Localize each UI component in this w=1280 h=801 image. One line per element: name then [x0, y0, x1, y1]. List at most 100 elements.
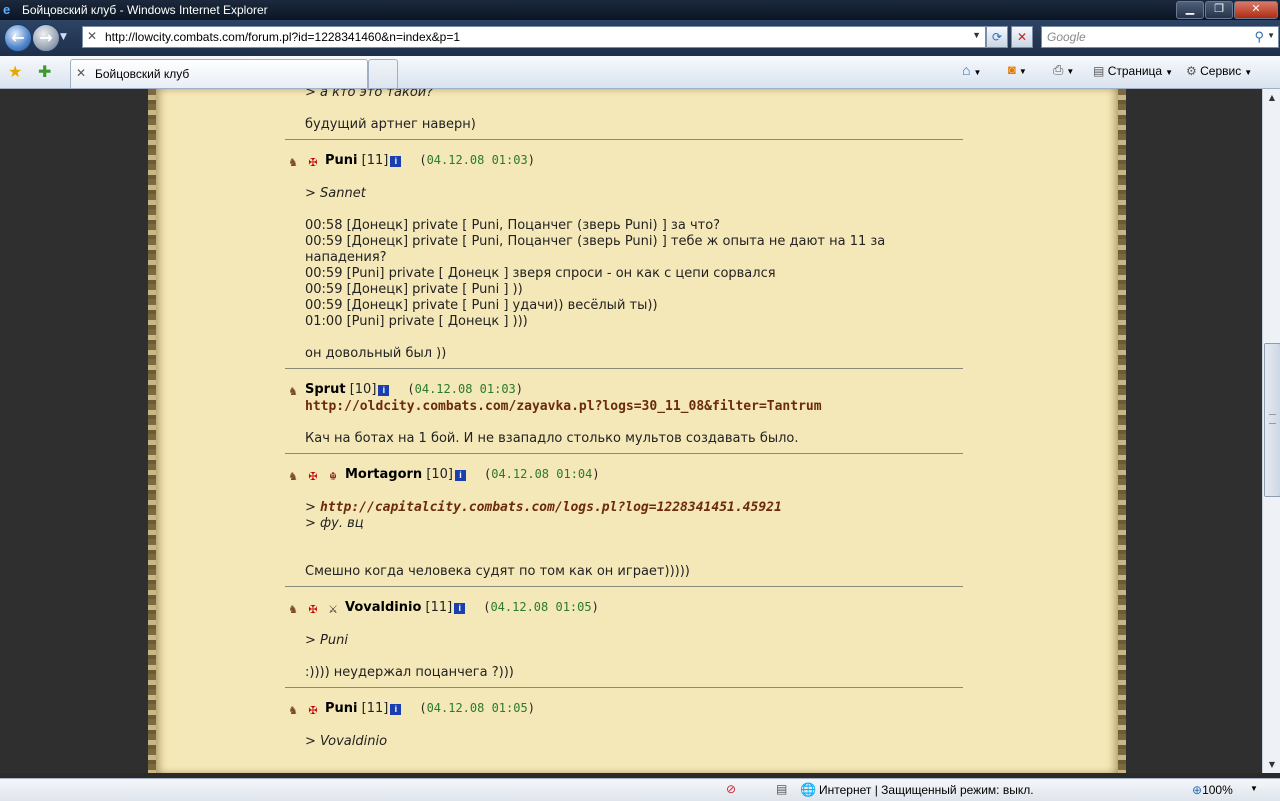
add-favorites-icon[interactable]: ✚	[38, 62, 51, 81]
address-toolbar: ← → ▼ ✕ http://lowcity.combats.com/forum…	[0, 20, 1280, 56]
forward-button[interactable]: →	[32, 24, 60, 52]
forum-post: ♞ ✠ Puni [11] i (04.12.08 01:03) > Sannet 00:5…	[285, 139, 963, 362]
info-icon[interactable]: i	[378, 385, 390, 396]
post-author[interactable]: Puni	[325, 153, 358, 168]
post-text: он довольный был ))	[305, 346, 447, 361]
favorites-center-icon[interactable]: ★	[8, 62, 22, 81]
align-icon: ♞	[288, 385, 298, 398]
post-body: > http://capitalcity.combats.com/logs.pl…	[285, 484, 963, 580]
info-icon[interactable]: i	[390, 704, 402, 715]
post-separator	[285, 368, 963, 369]
window-title-bar: e Бойцовский клуб - Windows Internet Exp…	[0, 0, 1280, 20]
klan-icon[interactable]: ✠	[305, 156, 321, 170]
align-icon: ♞	[288, 156, 298, 169]
address-text[interactable]: http://lowcity.combats.com/forum.pl?id=1…	[105, 30, 460, 44]
post-text: 00:59 [Донецк] private [ Puni, Поцанчег …	[305, 234, 886, 249]
scrollbar-thumb[interactable]	[1264, 343, 1280, 497]
post-date: (04.12.08 01:05)	[419, 701, 535, 715]
zoom-icon: ⊕	[1192, 783, 1203, 797]
post-author[interactable]: Vovaldinio	[345, 600, 421, 615]
refresh-button[interactable]: ⟳	[986, 26, 1008, 48]
address-field[interactable]: ✕ http://lowcity.combats.com/forum.pl?id…	[82, 26, 986, 48]
forum-post: ♞ ✠ ☬ Mortagorn [10] i (04.12.08 01:04) > http…	[285, 453, 963, 580]
post-author[interactable]: Puni	[325, 701, 358, 716]
privacy-report-icon[interactable]: ⊘	[726, 782, 736, 796]
home-icon[interactable]: ⌂ ▼	[962, 62, 981, 78]
align-icon: ♞	[288, 704, 298, 717]
post-author-level: [11]	[425, 600, 453, 615]
post-date: (04.12.08 01:04)	[484, 467, 600, 481]
page-menu[interactable]: ▤ Страница ▼	[1093, 64, 1173, 78]
post-header: ♞ ✠ Puni [11] i (04.12.08 01:03)	[285, 150, 963, 170]
vertical-scrollbar[interactable]: ▲ ▼	[1262, 89, 1280, 773]
page-viewport: > а кто это такой? будущий артнег наверн)…	[0, 89, 1262, 773]
post-date-text: 04.12.08 01:04	[491, 467, 593, 481]
window-title: Бойцовский клуб - Windows Internet Explo…	[22, 3, 268, 17]
post-quote: > Sannet	[305, 186, 366, 201]
search-icon[interactable]: ⚲	[1254, 29, 1264, 45]
rank-icon[interactable]: ⚔	[325, 603, 341, 617]
post-body: http://oldcity.combats.com/zayavka.pl?lo…	[285, 399, 963, 447]
post-date-text: 04.12.08 01:03	[414, 382, 516, 396]
post-date: (04.12.08 01:03)	[419, 153, 535, 167]
new-tab-button[interactable]	[368, 59, 398, 88]
post-date-text: 04.12.08 01:05	[490, 600, 592, 614]
klan-icon[interactable]: ✠	[305, 470, 321, 484]
klan-icon[interactable]: ✠	[305, 603, 321, 617]
search-options-icon[interactable]: ▼	[1267, 31, 1275, 40]
security-zone-text[interactable]: Интернет | Защищенный режим: выкл.	[819, 783, 1034, 797]
post-text: нападения?	[305, 250, 387, 265]
klan-icon[interactable]: ✠	[305, 704, 321, 718]
post-quote: > http://capitalcity.combats.com/logs.pl…	[305, 500, 963, 516]
demon-icon[interactable]: ☬	[325, 470, 341, 484]
address-dropdown-icon[interactable]: ▼	[972, 30, 981, 40]
stop-button[interactable]: ✕	[1011, 26, 1033, 48]
site-favicon-icon: ✕	[87, 29, 98, 43]
post-body: > а кто это такой? будущий артнег наверн)	[285, 89, 963, 133]
minimize-button[interactable]: ▁	[1176, 1, 1204, 19]
info-icon[interactable]: i	[454, 603, 466, 614]
post-text: будущий артнег наверн)	[305, 117, 476, 132]
post-text: 01:00 [Puni] private [ Донецк ] )))	[305, 314, 528, 329]
maximize-button[interactable]: ❐	[1205, 1, 1233, 19]
close-button[interactable]: ✕	[1234, 1, 1278, 19]
tools-menu[interactable]: ⚙ Сервис ▼	[1186, 64, 1252, 78]
search-placeholder: Google	[1047, 30, 1086, 44]
post-separator	[285, 586, 963, 587]
feeds-icon[interactable]: ◙ ▼	[1008, 62, 1027, 77]
scroll-up-icon[interactable]: ▲	[1263, 89, 1280, 106]
scroll-down-icon[interactable]: ▼	[1263, 756, 1280, 773]
tab-command-bar: ★ ✚ ✕ Бойцовский клуб ⌂ ▼ ◙ ▼ ⎙ ▼ ▤ Страниц…	[0, 56, 1280, 89]
post-author[interactable]: Mortagorn	[345, 467, 422, 482]
post-date-text: 04.12.08 01:05	[426, 701, 528, 715]
back-button[interactable]: ←	[4, 24, 32, 52]
post-text: Смешно когда человека судят по том как о…	[305, 564, 690, 579]
zoom-level[interactable]: ⊕100%	[1192, 783, 1233, 797]
post-date-text: 04.12.08 01:03	[426, 153, 528, 167]
post-header: ♞ ✠ ⚔ Vovaldinio [11] i (04.12.08 01:05)	[285, 597, 963, 617]
post-author[interactable]: Sprut	[305, 382, 346, 397]
post-header: ♞ ✠ Puni [11] i (04.12.08 01:05)	[285, 698, 963, 718]
post-author-level: [11]	[361, 701, 389, 716]
security-report-icon[interactable]: ▤	[776, 782, 787, 796]
post-body: > Puni:)))) неудержал поцанчега ?)))	[285, 617, 963, 681]
forum-post: ♞ Sprut [10] i (04.12.08 01:03) http://oldci…	[285, 368, 963, 447]
post-author-level: [10]	[349, 382, 377, 397]
info-icon[interactable]: i	[455, 470, 466, 481]
tab-active[interactable]: ✕ Бойцовский клуб	[70, 59, 368, 88]
search-field[interactable]: Google ⚲ ▼	[1041, 26, 1279, 48]
post-author-level: [10]	[426, 467, 453, 482]
zoom-text: 100%	[1202, 783, 1233, 797]
post-date: (04.12.08 01:03)	[407, 382, 524, 396]
print-icon[interactable]: ⎙ ▼	[1053, 62, 1074, 78]
post-separator	[285, 687, 963, 688]
quoted-link[interactable]: http://capitalcity.combats.com/logs.pl?l…	[320, 500, 782, 515]
info-icon[interactable]: i	[390, 156, 402, 167]
forum-parchment: > а кто это такой? будущий артнег наверн)…	[148, 89, 1126, 773]
forum-post: > а кто это такой? будущий артнег наверн)	[285, 89, 963, 133]
post-link[interactable]: http://oldcity.combats.com/zayavka.pl?lo…	[305, 399, 963, 415]
align-icon: ♞	[288, 603, 298, 616]
recent-pages-dropdown-icon[interactable]: ▼	[60, 32, 67, 42]
zoom-dropdown-icon[interactable]: ▼	[1250, 784, 1258, 793]
internet-zone-icon: 🌐	[800, 782, 817, 797]
